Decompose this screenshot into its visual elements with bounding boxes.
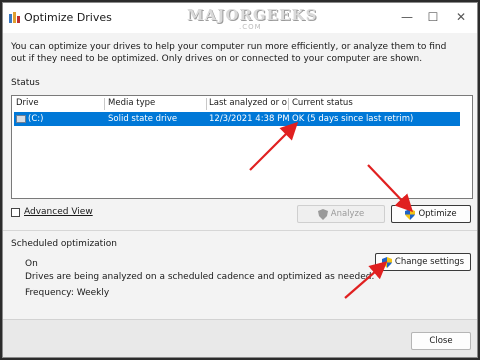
uac-shield-icon [317, 208, 328, 220]
media-type: Solid state drive [108, 114, 178, 124]
drive-icon [16, 115, 26, 123]
close-button[interactable]: Close [411, 332, 471, 350]
window-title: Optimize Drives [24, 11, 112, 24]
column-header-drive[interactable]: Drive [16, 98, 102, 108]
close-window-button[interactable]: ✕ [449, 6, 473, 28]
last-analyzed: 12/3/2021 4:38 PM [209, 114, 290, 124]
watermark-logo: MAJORGEEKS [187, 6, 318, 24]
schedule-frequency: Frequency: Weekly [25, 288, 110, 298]
column-divider[interactable] [206, 98, 207, 110]
column-header-media-type[interactable]: Media type [108, 98, 204, 108]
defrag-app-icon [9, 12, 20, 23]
dialog-footer: Close [3, 319, 477, 357]
schedule-state: On [25, 259, 38, 269]
maximize-button[interactable]: ☐ [421, 6, 445, 28]
advanced-view-checkbox[interactable] [11, 208, 20, 217]
title-bar[interactable]: Optimize Drives MAJORGEEKS .COM — ☐ ✕ [3, 3, 477, 33]
analyze-button-label: Analyze [330, 209, 365, 219]
analyze-button[interactable]: Analyze [297, 205, 385, 223]
scheduled-optimization-label: Scheduled optimization [11, 239, 117, 249]
section-divider [3, 230, 477, 231]
column-header-last-analyzed[interactable]: Last analyzed or o... [209, 98, 287, 108]
uac-shield-icon [381, 256, 392, 268]
advanced-view-label[interactable]: Advanced View [24, 207, 93, 217]
optimize-button-label: Optimize [418, 209, 457, 219]
drive-row-c[interactable]: (C:) Solid state drive 12/3/2021 4:38 PM… [14, 112, 460, 126]
close-button-label: Close [429, 336, 453, 346]
column-divider[interactable] [288, 98, 289, 110]
column-divider[interactable] [104, 98, 105, 110]
current-status: OK (5 days since last retrim) [292, 114, 414, 124]
intro-text: You can optimize your drives to help you… [11, 42, 447, 64]
column-header-current-status[interactable]: Current status [292, 98, 412, 108]
optimize-drives-window: Optimize Drives MAJORGEEKS .COM — ☐ ✕ Yo… [2, 2, 478, 358]
change-settings-button-label: Change settings [394, 257, 465, 267]
watermark-logo-sub: .COM [239, 23, 262, 31]
uac-shield-icon [405, 208, 416, 220]
drives-list[interactable]: Drive Media type Last analyzed or o... C… [11, 95, 473, 199]
minimize-button[interactable]: — [395, 6, 419, 28]
change-settings-button[interactable]: Change settings [375, 253, 471, 271]
status-label: Status [11, 78, 40, 88]
drive-name: (C:) [28, 114, 44, 124]
optimize-button[interactable]: Optimize [391, 205, 471, 223]
schedule-description: Drives are being analyzed on a scheduled… [25, 272, 375, 282]
advanced-view-label-text: Advanced View [24, 207, 93, 217]
